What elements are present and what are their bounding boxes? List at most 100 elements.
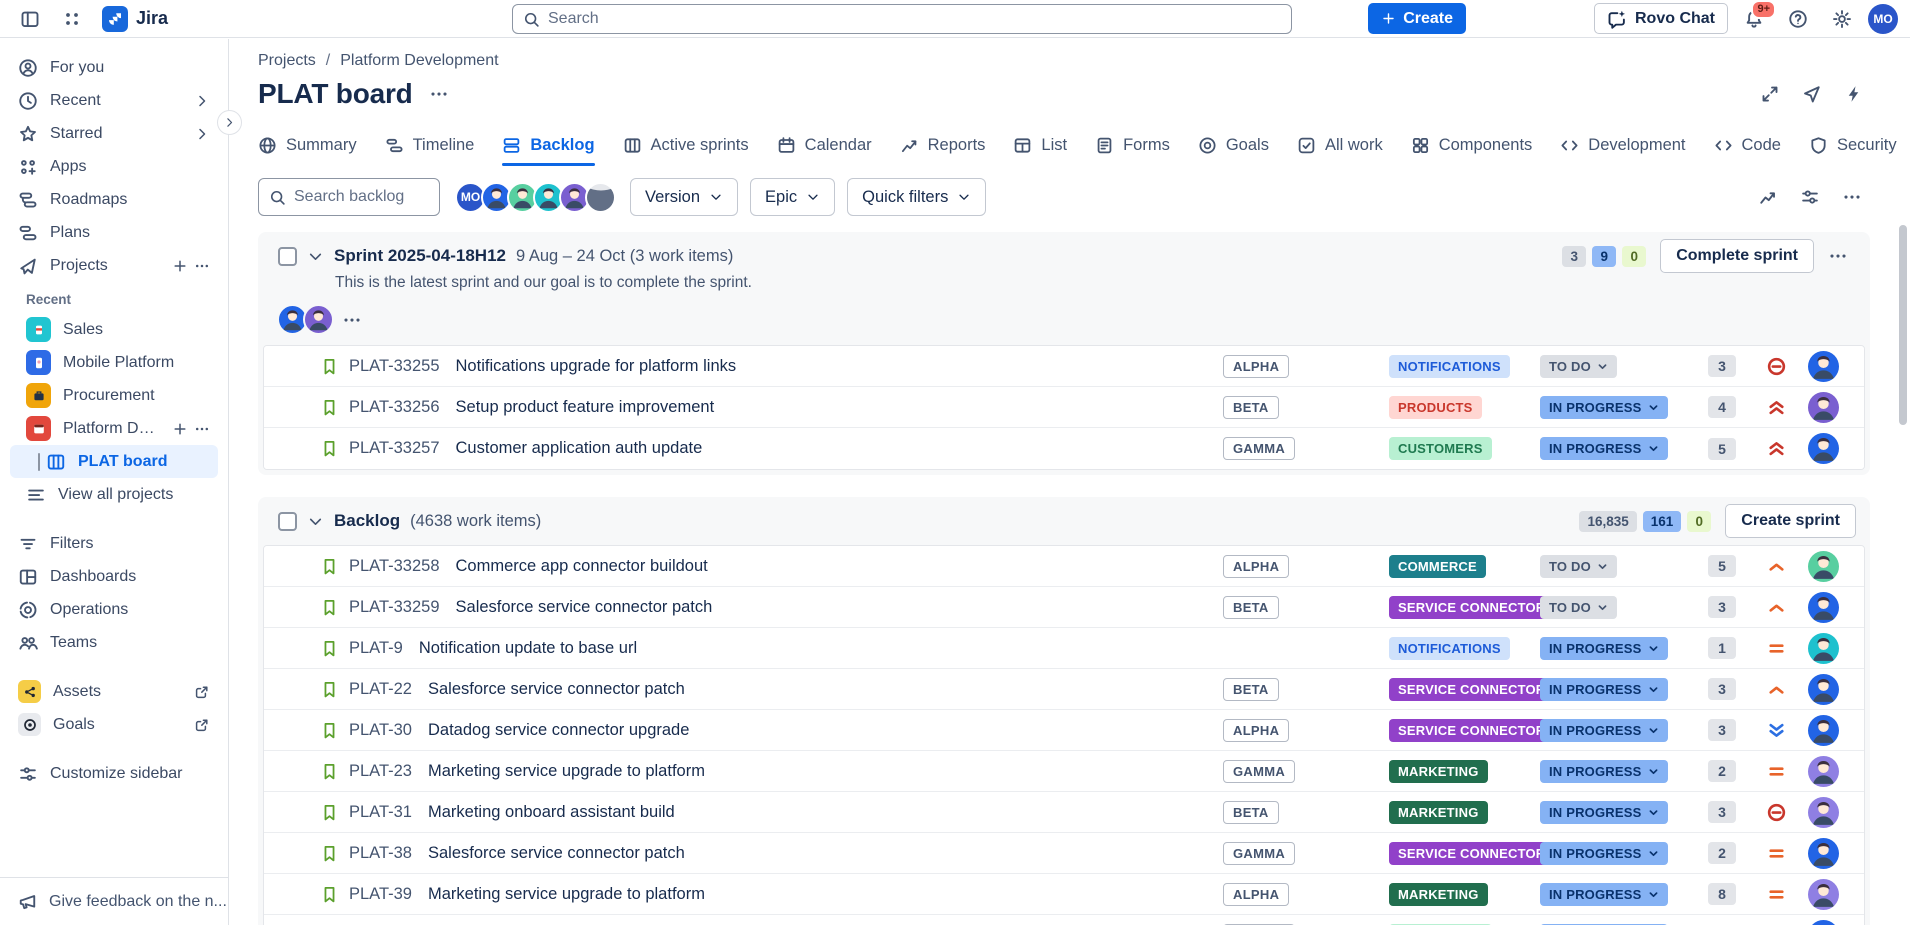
sidebar-item-customize[interactable]: Customize sidebar [10, 757, 218, 790]
work-item-title[interactable]: Marketing service upgrade to platform [428, 885, 1223, 904]
complete-sprint-button[interactable]: Complete sprint [1660, 239, 1814, 273]
work-item-title[interactable]: Notifications upgrade for platform links [456, 357, 1223, 376]
work-item-title[interactable]: Salesforce service connector patch [456, 598, 1223, 617]
filter-dropdown-quick-filters[interactable]: Quick filters [847, 178, 986, 216]
status-dropdown[interactable]: IN PROGRESS [1540, 637, 1668, 660]
toolbar-more-button[interactable] [1834, 181, 1870, 213]
sidebar-item-roadmaps[interactable]: Roadmaps [10, 183, 218, 216]
work-item-row[interactable]: PLAT-9Notification update to base urlNOT… [264, 628, 1864, 669]
work-item-row[interactable]: PLAT-33257Customer application auth upda… [264, 428, 1864, 469]
filter-dropdown-version[interactable]: Version [630, 178, 738, 216]
assignee-avatar[interactable] [1808, 797, 1839, 828]
work-item-row[interactable]: PLAT-30Datadog service connector upgrade… [264, 710, 1864, 751]
sidebar-project-platform[interactable]: Platform Deve... [10, 412, 218, 445]
tab-components[interactable]: Components [1411, 124, 1533, 166]
work-item-title[interactable]: Datadog service connector upgrade [428, 721, 1223, 740]
work-item-title[interactable]: Customer application auth update [456, 439, 1223, 458]
breadcrumb-projects[interactable]: Projects [258, 52, 316, 70]
status-dropdown[interactable]: IN PROGRESS [1540, 883, 1668, 906]
work-item-row[interactable]: PLAT-38Salesforce service connector patc… [264, 833, 1864, 874]
status-dropdown[interactable]: IN PROGRESS [1540, 842, 1668, 865]
work-item-row[interactable]: PLAT-33259Salesforce service connector p… [264, 587, 1864, 628]
rovo-chat-button[interactable]: Rovo Chat [1594, 3, 1728, 34]
work-item-row[interactable]: PLAT-22Salesforce service connector patc… [264, 669, 1864, 710]
assignee-avatar[interactable] [1808, 592, 1839, 623]
add-board-icon[interactable] [172, 421, 188, 437]
assignee-avatar[interactable] [1808, 633, 1839, 664]
create-button[interactable]: Create [1368, 3, 1466, 34]
jira-home-link[interactable]: Jira [102, 6, 168, 32]
sidebar-item-starred[interactable]: Starred [10, 117, 218, 150]
automation-button[interactable] [1838, 79, 1870, 109]
sidebar-item-plans[interactable]: Plans [10, 216, 218, 249]
assignee-avatar[interactable] [1808, 715, 1839, 746]
status-dropdown[interactable]: TO DO [1540, 555, 1617, 578]
assignee-avatar[interactable] [1808, 392, 1839, 423]
work-item-title[interactable]: Salesforce service connector patch [428, 680, 1223, 699]
assignee-avatar[interactable] [1808, 674, 1839, 705]
assignee-avatar[interactable] [1808, 433, 1839, 464]
collapse-section-chevron[interactable] [307, 248, 324, 265]
backlog-search[interactable] [258, 178, 440, 216]
give-feedback-button[interactable]: Give feedback on the n... [0, 877, 228, 925]
tab-list[interactable]: List [1013, 124, 1067, 166]
more-menu-icon[interactable] [194, 421, 210, 437]
work-item-row[interactable]: PLAT-31Marketing onboard assistant build… [264, 792, 1864, 833]
sidebar-project-procurement[interactable]: Procurement [10, 379, 218, 412]
work-item-row[interactable]: PLAT-33255Notifications upgrade for plat… [264, 346, 1864, 387]
tab-development[interactable]: Development [1560, 124, 1685, 166]
select-all-checkbox[interactable] [278, 247, 297, 266]
tab-all-work[interactable]: All work [1297, 124, 1383, 166]
status-dropdown[interactable]: IN PROGRESS [1540, 678, 1668, 701]
sidebar-project-sales[interactable]: Sales [10, 313, 218, 346]
more-menu-icon[interactable] [194, 258, 210, 274]
section-more-button[interactable] [1820, 240, 1856, 272]
sidebar-project-mobile[interactable]: Mobile Platform [10, 346, 218, 379]
status-dropdown[interactable]: TO DO [1540, 355, 1617, 378]
work-item-title[interactable]: Setup product feature improvement [456, 398, 1223, 417]
work-item-title[interactable]: Marketing onboard assistant build [428, 803, 1223, 822]
sidebar-item-goals[interactable]: Goals [10, 708, 218, 741]
board-more-menu-button[interactable] [423, 79, 455, 109]
notifications-button[interactable]: 9+ [1736, 3, 1772, 35]
status-dropdown[interactable]: IN PROGRESS [1540, 437, 1668, 460]
collapse-sidebar-button[interactable] [12, 3, 48, 35]
tab-calendar[interactable]: Calendar [777, 124, 872, 166]
work-item-row[interactable]: PLAT-33258Commerce app connector buildou… [264, 546, 1864, 587]
sidebar-item-filters[interactable]: Filters [10, 527, 218, 560]
assignee-avatar[interactable] [1808, 551, 1839, 582]
backlog-search-input[interactable] [294, 188, 429, 206]
create-sprint-button[interactable]: Create sprint [1725, 504, 1856, 538]
tab-active-sprints[interactable]: Active sprints [623, 124, 749, 166]
tab-summary[interactable]: Summary [258, 124, 357, 166]
sidebar-item-apps[interactable]: Apps [10, 150, 218, 183]
expand-sidebar-handle[interactable] [217, 110, 242, 135]
view-settings-button[interactable] [1792, 181, 1828, 213]
insights-button[interactable] [1750, 181, 1786, 213]
select-all-checkbox[interactable] [278, 512, 297, 531]
work-item-title[interactable]: Marketing service upgrade to platform [428, 762, 1223, 781]
tab-reports[interactable]: Reports [900, 124, 986, 166]
tab-security[interactable]: Security [1809, 124, 1897, 166]
work-item-row[interactable]: PLAT-23Marketing service upgrade to plat… [264, 751, 1864, 792]
assignee-avatar[interactable] [1808, 920, 1839, 925]
tab-goals[interactable]: Goals [1198, 124, 1269, 166]
sprint-assignee-avatar[interactable] [303, 304, 334, 335]
status-dropdown[interactable]: IN PROGRESS [1540, 801, 1668, 824]
sidebar-item-operations[interactable]: Operations [10, 593, 218, 626]
sidebar-item-projects[interactable]: Projects [10, 249, 218, 282]
sidebar-item-teams[interactable]: Teams [10, 626, 218, 659]
filter-dropdown-epic[interactable]: Epic [750, 178, 835, 216]
work-item-title[interactable]: Notification update to base url [419, 639, 1223, 658]
tab-forms[interactable]: Forms [1095, 124, 1170, 166]
add-project-icon[interactable] [172, 258, 188, 274]
app-switcher-button[interactable] [54, 3, 90, 35]
vertical-scrollbar[interactable] [1899, 225, 1907, 425]
more-assignees-button[interactable] [342, 310, 362, 330]
status-dropdown[interactable]: IN PROGRESS [1540, 760, 1668, 783]
work-item-row[interactable]: PLAT-39Marketing service upgrade to plat… [264, 874, 1864, 915]
breadcrumb-project-name[interactable]: Platform Development [340, 52, 498, 70]
tab-timeline[interactable]: Timeline [385, 124, 475, 166]
sidebar-item-assets[interactable]: Assets [10, 675, 218, 708]
add-assignee-button[interactable] [585, 182, 616, 213]
